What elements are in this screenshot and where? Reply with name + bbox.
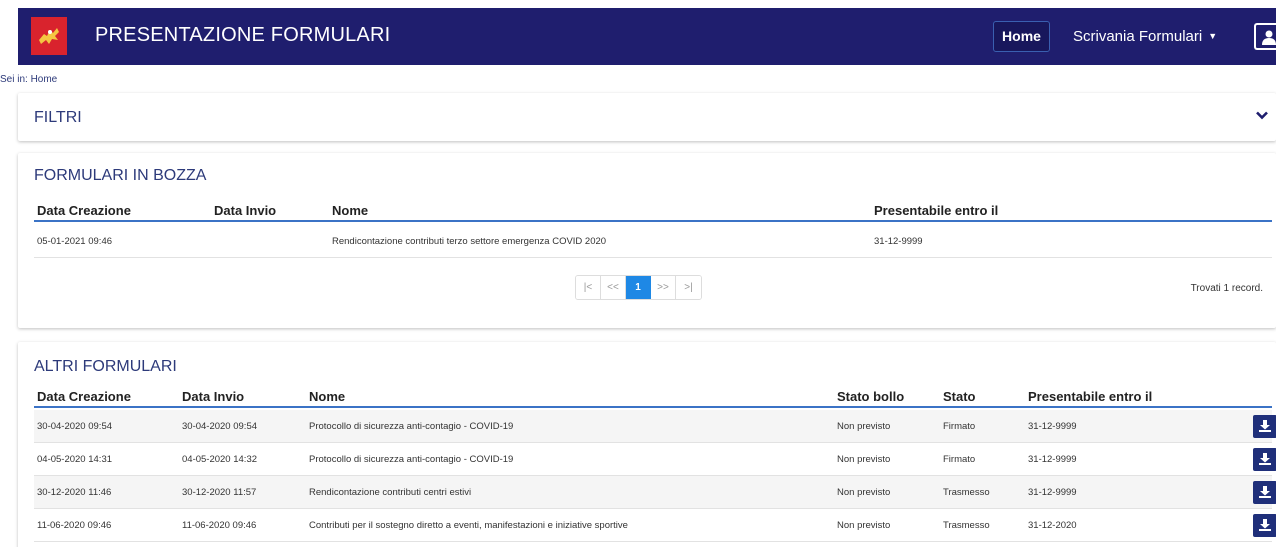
filtri-title: FILTRI <box>34 109 82 126</box>
user-menu-button[interactable] <box>1254 23 1276 50</box>
download-button[interactable] <box>1253 514 1276 537</box>
cell-stato: Trasmesso <box>943 487 990 498</box>
col-nome[interactable]: Nome <box>309 389 345 404</box>
user-icon <box>1262 30 1276 45</box>
pager-prev[interactable]: << <box>601 276 626 299</box>
cell-presentabile: 31-12-9999 <box>1028 454 1077 465</box>
cell-stato-bollo: Non previsto <box>837 421 891 432</box>
cell-data-creazione: 11-06-2020 09:46 <box>37 520 112 531</box>
records-found-text: Trovati 1 record. <box>1190 283 1263 294</box>
cell-stato: Firmato <box>943 421 976 432</box>
download-icon <box>1259 453 1271 465</box>
cell-nome[interactable]: Contributi per il sostegno diretto a eve… <box>309 520 628 531</box>
cell-presentabile: 31-12-9999 <box>874 236 923 247</box>
altri-panel: ALTRI FORMULARI Data Creazione Data Invi… <box>18 342 1276 547</box>
cell-data-creazione: 30-12-2020 11:46 <box>37 487 112 498</box>
bozza-title: FORMULARI IN BOZZA <box>34 167 207 184</box>
col-data-invio[interactable]: Data Invio <box>182 389 244 404</box>
cell-data-invio: 30-12-2020 11:57 <box>182 487 257 498</box>
breadcrumb: Sei in: Home <box>0 74 58 85</box>
top-navbar: PRESENTAZIONE FORMULARI Home Scrivania F… <box>18 8 1276 65</box>
col-stato[interactable]: Stato <box>943 389 976 404</box>
col-stato-bollo[interactable]: Stato bollo <box>837 389 904 404</box>
nav-home-button[interactable]: Home <box>993 21 1050 52</box>
table-row[interactable]: 04-05-2020 14:31 04-05-2020 14:32 Protoc… <box>34 443 1276 476</box>
col-nome[interactable]: Nome <box>332 203 368 218</box>
cell-data-creazione: 30-04-2020 09:54 <box>37 421 113 432</box>
table-row[interactable]: 30-12-2020 11:46 30-12-2020 11:57 Rendic… <box>34 476 1276 509</box>
cell-data-creazione: 04-05-2020 14:31 <box>37 454 113 465</box>
cell-data-creazione: 05-01-2021 09:46 <box>37 236 113 247</box>
bozza-table-header: Data Creazione Data Invio Nome Presentab… <box>34 200 1272 222</box>
cell-stato-bollo: Non previsto <box>837 454 891 465</box>
chevron-down-icon[interactable] <box>1256 111 1268 120</box>
download-button[interactable] <box>1253 481 1276 504</box>
table-row[interactable]: 11-06-2020 09:46 11-06-2020 09:46 Contri… <box>34 509 1276 542</box>
table-row[interactable]: 30-04-2020 09:54 30-04-2020 09:54 Protoc… <box>34 410 1276 443</box>
cell-nome[interactable]: Protocollo di sicurezza anti-contagio - … <box>309 454 513 465</box>
cell-presentabile: 31-12-9999 <box>1028 487 1077 498</box>
col-data-invio[interactable]: Data Invio <box>214 203 276 218</box>
altri-table-header: Data Creazione Data Invio Nome Stato bol… <box>34 386 1272 408</box>
cell-stato-bollo: Non previsto <box>837 487 891 498</box>
download-icon <box>1259 486 1271 498</box>
regione-toscana-logo-icon[interactable] <box>31 17 67 55</box>
app-title[interactable]: PRESENTAZIONE FORMULARI <box>95 24 390 47</box>
pager-page-1[interactable]: 1 <box>626 276 651 299</box>
col-presentabile[interactable]: Presentabile entro il <box>1028 389 1152 404</box>
cell-presentabile: 31-12-9999 <box>1028 421 1077 432</box>
cell-nome[interactable]: Rendicontazione contributi centri estivi <box>309 487 471 498</box>
pager-last[interactable]: >| <box>676 276 701 299</box>
download-icon <box>1259 420 1271 432</box>
col-data-creazione[interactable]: Data Creazione <box>37 389 131 404</box>
bozza-panel: FORMULARI IN BOZZA Data Creazione Data I… <box>18 153 1276 328</box>
altri-title: ALTRI FORMULARI <box>34 358 177 375</box>
cell-stato-bollo: Non previsto <box>837 520 891 531</box>
cell-nome[interactable]: Protocollo di sicurezza anti-contagio - … <box>309 421 513 432</box>
col-data-creazione[interactable]: Data Creazione <box>37 203 131 218</box>
pager-next[interactable]: >> <box>651 276 676 299</box>
caret-down-icon: ▼ <box>1208 31 1218 41</box>
nav-scrivania-dropdown[interactable]: Scrivania Formulari ▼ <box>1073 28 1217 45</box>
pagination: |< << 1 >> >| <box>575 275 702 300</box>
cell-data-invio: 04-05-2020 14:32 <box>182 454 258 465</box>
table-row[interactable]: 05-01-2021 09:46 Rendicontazione contrib… <box>34 225 1272 258</box>
cell-stato: Firmato <box>943 454 976 465</box>
pager-first[interactable]: |< <box>576 276 601 299</box>
filtri-panel[interactable]: FILTRI <box>18 93 1276 141</box>
cell-nome[interactable]: Rendicontazione contributi terzo settore… <box>332 236 606 247</box>
cell-presentabile: 31-12-2020 <box>1028 520 1077 531</box>
cell-stato: Trasmesso <box>943 520 990 531</box>
nav-scrivania-label: Scrivania Formulari <box>1073 28 1203 45</box>
col-presentabile[interactable]: Presentabile entro il <box>874 203 998 218</box>
download-button[interactable] <box>1253 448 1276 471</box>
download-button[interactable] <box>1253 415 1276 438</box>
cell-data-invio: 30-04-2020 09:54 <box>182 421 258 432</box>
download-icon <box>1259 519 1271 531</box>
cell-data-invio: 11-06-2020 09:46 <box>182 520 257 531</box>
